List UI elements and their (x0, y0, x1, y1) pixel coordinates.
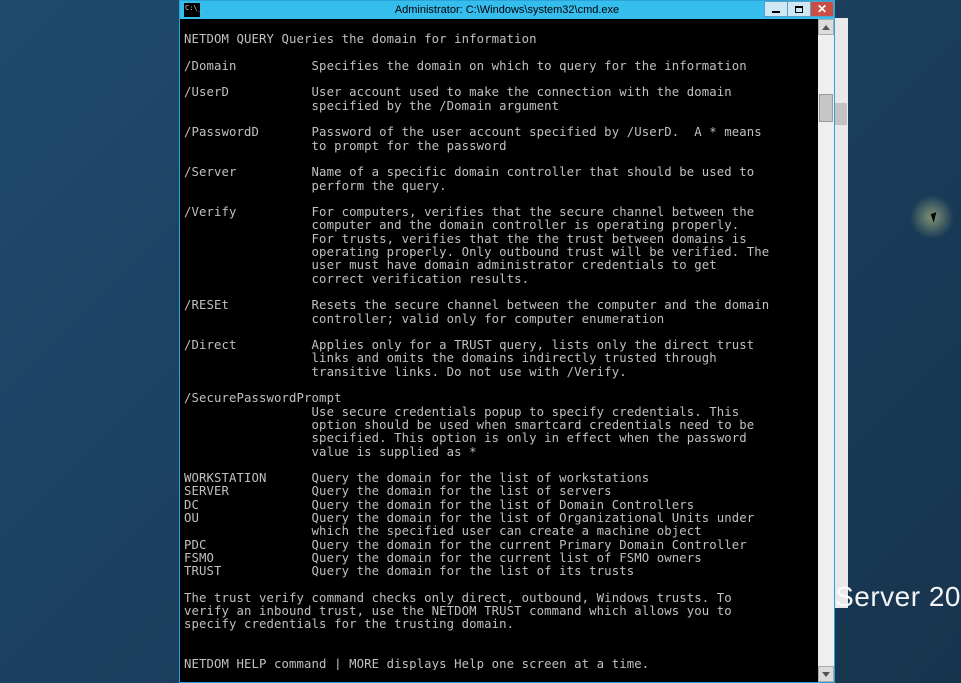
close-icon: ✕ (817, 4, 827, 14)
cmd-window: Administrator: C:\Windows\system32\cmd.e… (179, 0, 835, 683)
close-button[interactable]: ✕ (810, 1, 834, 17)
desktop: ws Server 20 Administrator: C:\Windows\s… (0, 0, 961, 683)
scrollbar-thumb[interactable] (819, 94, 833, 122)
vertical-scrollbar[interactable] (818, 19, 834, 682)
console-output[interactable]: NETDOM QUERY Queries the domain for info… (180, 31, 818, 669)
arrow-down-icon (822, 672, 830, 677)
scrollbar-down-button[interactable] (818, 666, 834, 682)
window-title: Administrator: C:\Windows\system32\cmd.e… (180, 4, 834, 16)
cursor-highlight (910, 195, 954, 239)
client-area: NETDOM QUERY Queries the domain for info… (180, 19, 834, 682)
minimize-icon (772, 11, 780, 13)
background-scrollbar-thumb (835, 103, 847, 125)
arrow-up-icon (822, 25, 830, 30)
background-window-scrollbar (834, 18, 848, 608)
maximize-button[interactable] (787, 1, 811, 17)
maximize-icon (795, 6, 803, 13)
titlebar[interactable]: Administrator: C:\Windows\system32\cmd.e… (180, 1, 834, 19)
window-controls: ✕ (765, 1, 834, 19)
scrollbar-up-button[interactable] (818, 19, 834, 35)
system-menu-icon[interactable] (184, 3, 200, 17)
minimize-button[interactable] (764, 1, 788, 17)
